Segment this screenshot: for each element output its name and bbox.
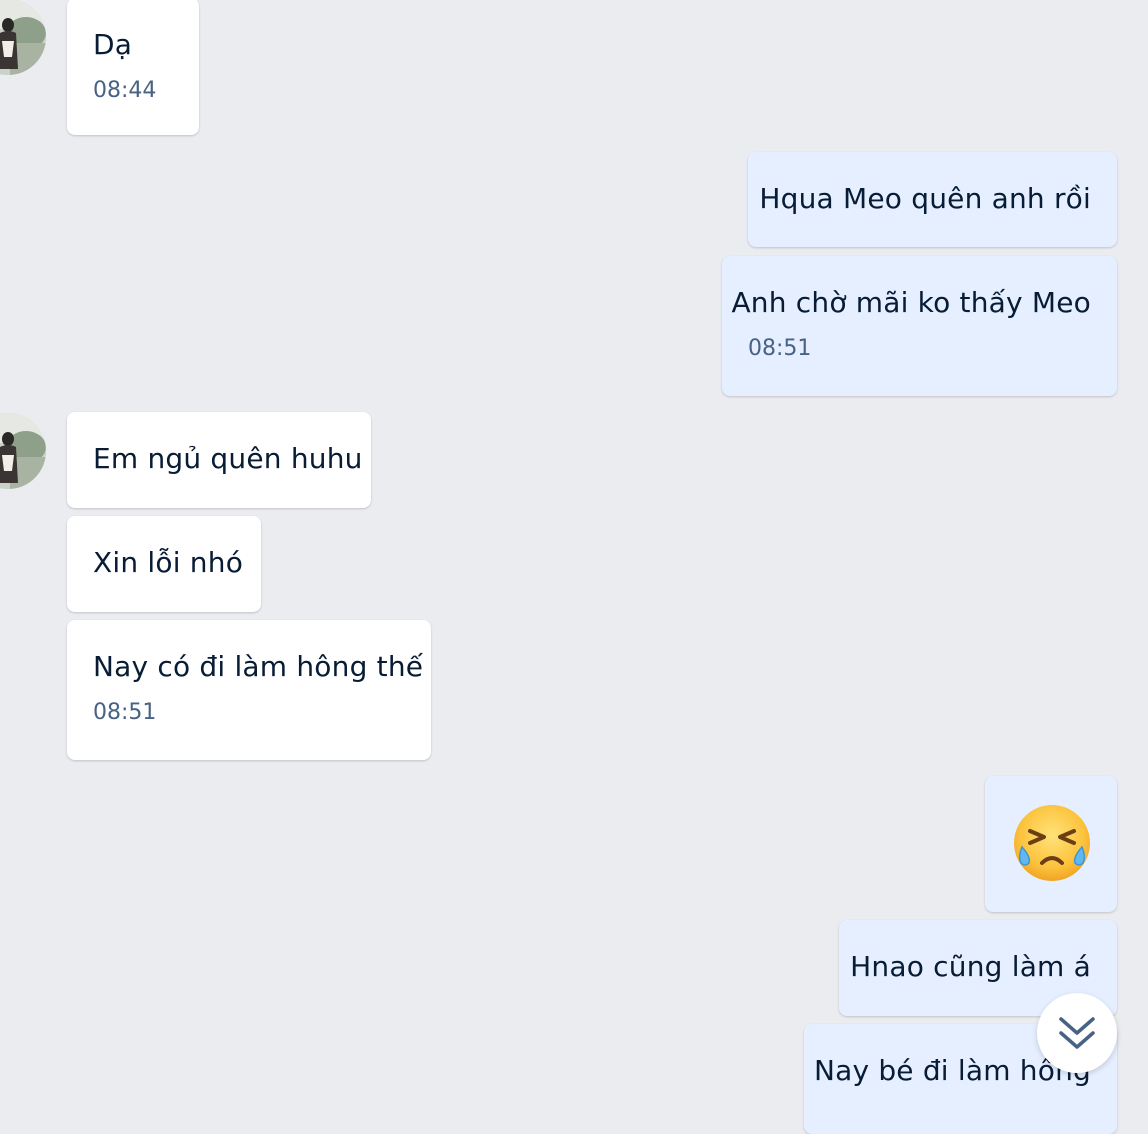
double-chevron-down-icon xyxy=(1059,1017,1095,1049)
message-time: 08:44 xyxy=(93,78,157,103)
message-bubble-incoming[interactable]: Xin lỗi nhó xyxy=(67,516,261,612)
message-bubble-outgoing[interactable]: Hqua Meo quên anh rồi xyxy=(748,152,1117,247)
message-bubble-outgoing[interactable]: Anh chờ mãi ko thấy Meo 08:51 xyxy=(722,256,1117,396)
message-time: 08:51 xyxy=(748,336,812,361)
chat-message-list[interactable]: Dạ 08:44 Hqua Meo quên anh rồi Anh chờ m… xyxy=(0,0,1148,1134)
message-text: Anh chờ mãi ko thấy Meo xyxy=(731,286,1091,319)
message-bubble-incoming[interactable]: Dạ 08:44 xyxy=(67,0,199,135)
message-text: Hnao cũng làm á xyxy=(850,950,1091,983)
scroll-to-bottom-button[interactable] xyxy=(1037,993,1117,1073)
message-text: Em ngủ quên huhu xyxy=(93,442,363,475)
contact-avatar[interactable] xyxy=(0,0,46,75)
message-bubble-incoming[interactable]: Em ngủ quên huhu xyxy=(67,412,371,508)
message-text: Dạ xyxy=(93,28,133,61)
message-text: Nay có đi làm hông thế xyxy=(93,650,424,683)
message-bubble-incoming[interactable]: Nay có đi làm hông thế 08:51 xyxy=(67,620,431,760)
crying-face-emoji-icon xyxy=(1012,803,1092,883)
message-text: Xin lỗi nhó xyxy=(93,546,244,579)
message-text: Hqua Meo quên anh rồi xyxy=(759,182,1091,215)
avatar-image xyxy=(0,0,46,75)
message-bubble-outgoing-sticker[interactable] xyxy=(985,776,1117,912)
avatar-image xyxy=(0,413,46,489)
contact-avatar[interactable] xyxy=(0,413,46,489)
message-time: 08:51 xyxy=(93,700,157,725)
